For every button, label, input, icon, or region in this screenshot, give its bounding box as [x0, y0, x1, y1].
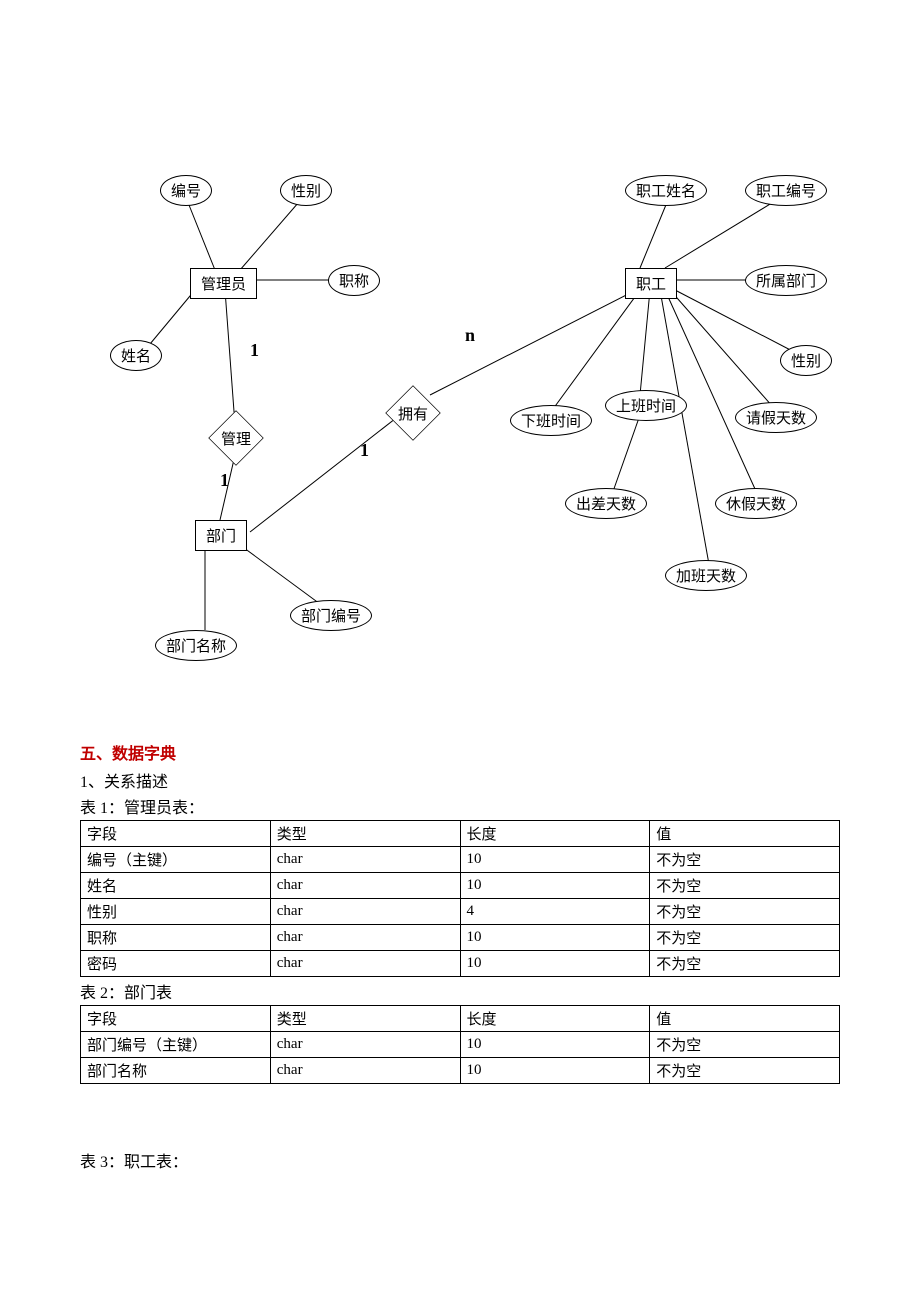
attr-emp-trip: 出差天数	[565, 488, 647, 519]
attr-dept-id: 部门编号	[290, 600, 372, 631]
table1-caption: 表 1：管理员表：	[80, 794, 840, 818]
attr-dept-name: 部门名称	[155, 630, 237, 661]
table2-caption: 表 2：部门表	[80, 979, 840, 1003]
attr-admin-sex: 性别	[280, 175, 332, 206]
th-val: 值	[650, 1006, 840, 1032]
table-row: 职称char10不为空	[81, 925, 840, 951]
er-connectors	[80, 140, 840, 700]
th-len: 长度	[460, 821, 650, 847]
th-field: 字段	[81, 1006, 271, 1032]
rel-manage-label: 管理	[221, 428, 251, 449]
table-admin: 字段 类型 长度 值 编号（主键）char10不为空 姓名char10不为空 性…	[80, 820, 840, 977]
attr-emp-sex: 性别	[780, 345, 832, 376]
entity-emp: 职工	[625, 268, 677, 299]
entity-dept: 部门	[195, 520, 247, 551]
th-len: 长度	[460, 1006, 650, 1032]
attr-admin-title: 职称	[328, 265, 380, 296]
card-own-emp: n	[465, 325, 475, 346]
rel-own: 拥有	[385, 385, 441, 441]
attr-emp-ot: 加班天数	[665, 560, 747, 591]
th-type: 类型	[270, 821, 460, 847]
table-row: 部门编号（主键）char10不为空	[81, 1032, 840, 1058]
card-admin-manage: 1	[250, 340, 259, 361]
attr-emp-name: 职工姓名	[625, 175, 707, 206]
table-row: 部门名称char10不为空	[81, 1058, 840, 1084]
attr-emp-id: 职工编号	[745, 175, 827, 206]
rel-own-label: 拥有	[398, 403, 428, 424]
card-manage-dept: 1	[220, 470, 229, 491]
th-type: 类型	[270, 1006, 460, 1032]
rel-manage: 管理	[208, 410, 264, 466]
attr-admin-id: 编号	[160, 175, 212, 206]
th-field: 字段	[81, 821, 271, 847]
card-dept-own: 1	[360, 440, 369, 461]
subsection-1: 1、关系描述	[80, 768, 840, 792]
attr-emp-dept: 所属部门	[745, 265, 827, 296]
section-title: 五、数据字典	[80, 740, 840, 764]
table-header-row: 字段 类型 长度 值	[81, 821, 840, 847]
er-diagram: 管理员 编号 性别 职称 姓名 1 管理 1 部门 部门名称 部门编号 拥有 1…	[80, 140, 840, 700]
table-row: 姓名char10不为空	[81, 873, 840, 899]
attr-emp-leave: 请假天数	[735, 402, 817, 433]
table-row: 性别char4不为空	[81, 899, 840, 925]
table-header-row: 字段 类型 长度 值	[81, 1006, 840, 1032]
table-row: 密码char10不为空	[81, 951, 840, 977]
attr-emp-vac: 休假天数	[715, 488, 797, 519]
table-dept: 字段 类型 长度 值 部门编号（主键）char10不为空 部门名称char10不…	[80, 1005, 840, 1084]
attr-emp-on: 上班时间	[605, 390, 687, 421]
attr-emp-off: 下班时间	[510, 405, 592, 436]
table3-caption: 表 3：职工表：	[80, 1148, 840, 1172]
table-row: 编号（主键）char10不为空	[81, 847, 840, 873]
th-val: 值	[650, 821, 840, 847]
attr-admin-name: 姓名	[110, 340, 162, 371]
entity-admin: 管理员	[190, 268, 257, 299]
